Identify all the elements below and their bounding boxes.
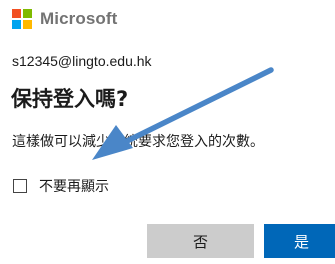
logo-square-blue [12,20,21,29]
dont-show-again-option[interactable]: 不要再顯示 [13,176,109,196]
yes-button[interactable]: 是 [264,224,335,258]
microsoft-logo-icon [12,9,32,29]
brand-name: Microsoft [40,9,118,28]
logo-square-yellow [23,20,32,29]
account-identity: s12345@lingto.edu.hk [12,53,152,69]
page-title: 保持登入嗎? [11,87,129,111]
no-button[interactable]: 否 [147,224,254,258]
dont-show-again-label: 不要再顯示 [39,179,109,195]
logo-square-green [23,9,32,18]
logo-square-red [12,9,21,18]
prompt-description: 這樣做可以減少系統要求您登入的次數。 [12,134,264,150]
dont-show-again-checkbox[interactable] [13,179,27,193]
microsoft-logo: Microsoft [12,9,117,29]
